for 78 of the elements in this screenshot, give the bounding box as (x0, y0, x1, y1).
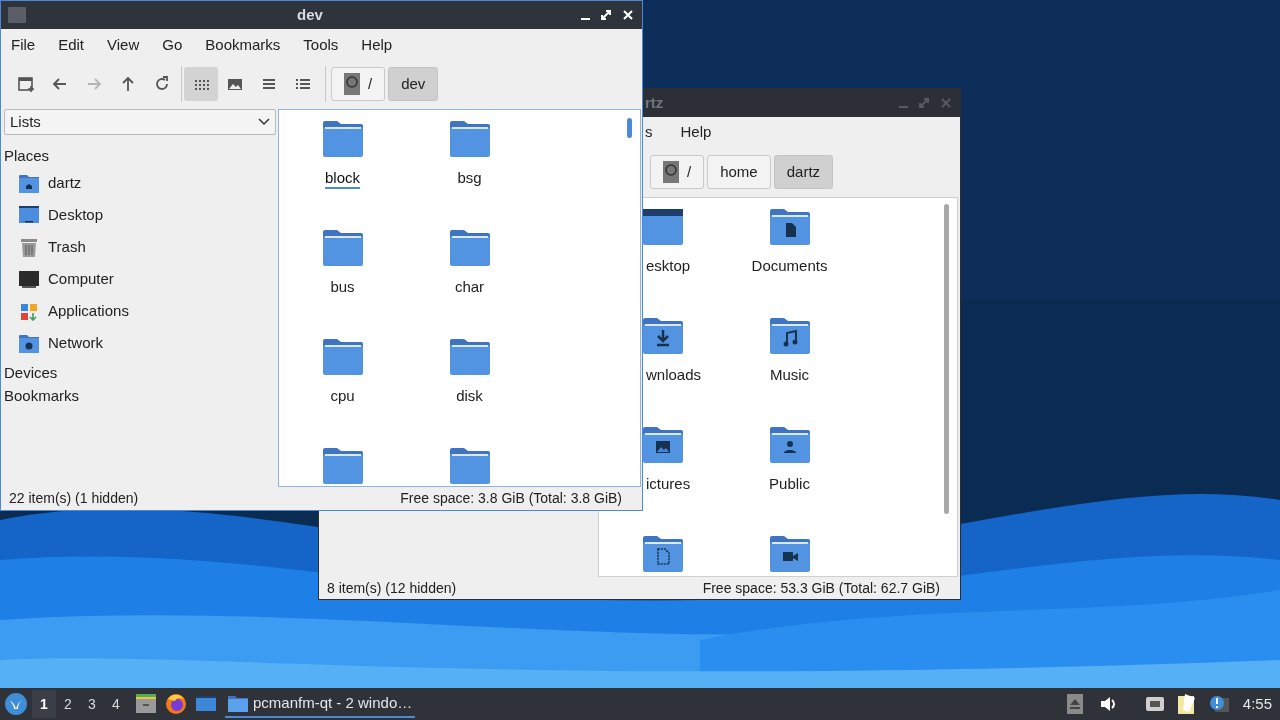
file-name[interactable]: disk (456, 387, 483, 407)
clock[interactable]: 4:55 (1242, 692, 1272, 716)
menu-item[interactable]: Edit (58, 33, 85, 57)
file-name[interactable]: ictures (646, 475, 691, 493)
home-folder-icon (19, 173, 39, 193)
tray-button[interactable] (1176, 693, 1197, 715)
status-text: 22 item(s) (1 hidden) (9, 489, 139, 508)
scrollbar[interactable] (627, 118, 632, 138)
menu-item[interactable]: Go (162, 33, 183, 57)
path-button[interactable]: / (650, 155, 705, 189)
place-item[interactable]: dartz (4, 167, 276, 199)
minimize-icon (581, 18, 590, 20)
place-item[interactable]: Applications (4, 295, 276, 327)
maximize-icon (600, 9, 612, 21)
window-title: dev (297, 4, 323, 25)
file-name[interactable]: bsg (457, 169, 482, 189)
menu-item[interactable]: Tools (303, 33, 339, 57)
file-name[interactable]: bus (330, 278, 355, 298)
network-folder-icon (19, 333, 39, 353)
taskbar-task[interactable]: pcmanfm-qt - 2 windo… (225, 690, 415, 718)
file-cabinet-icon (135, 693, 157, 715)
computer-icon (19, 269, 39, 289)
new-tab-icon (17, 75, 35, 93)
file-name[interactable]: Documents (751, 257, 828, 277)
place-item[interactable]: Trash (4, 231, 276, 263)
workspace-button[interactable]: 3 (80, 690, 104, 718)
place-item[interactable]: Desktop (4, 199, 276, 231)
drive-icon (663, 161, 679, 183)
browser-launcher[interactable] (165, 693, 187, 715)
scrollbar[interactable] (944, 204, 949, 514)
path-button[interactable]: home (707, 155, 771, 189)
workspace-button[interactable]: 4 (104, 690, 128, 718)
menu-item[interactable]: s (643, 120, 655, 144)
menu-item[interactable]: View (107, 33, 140, 57)
reload-icon (153, 75, 171, 93)
section-header[interactable]: Bookmarks (4, 387, 276, 405)
file-name[interactable]: Public (769, 475, 810, 495)
start-menu-icon (5, 693, 27, 715)
drive-icon (344, 73, 360, 95)
desktop-icon (19, 205, 39, 225)
file-name[interactable]: Music (769, 366, 810, 386)
notes-icon (1176, 694, 1197, 714)
menu-item[interactable]: File (11, 33, 36, 57)
place-item[interactable]: Computer (4, 263, 276, 295)
section-header[interactable]: Devices (4, 364, 276, 382)
file-name[interactable]: wnloads (646, 366, 702, 384)
browser-icon (165, 693, 187, 715)
file-cabinet-launcher[interactable] (135, 693, 157, 715)
place-item[interactable]: Network (4, 327, 276, 359)
chevron-down-icon (258, 118, 270, 126)
section-header[interactable]: Places (4, 147, 276, 165)
status-text: 8 item(s) (12 hidden) (327, 578, 457, 598)
tray-button[interactable] (1208, 693, 1229, 715)
workspace-button[interactable]: 1 (32, 690, 56, 718)
list-dropdown[interactable]: Lists (4, 109, 276, 135)
file-name[interactable]: cpu (330, 387, 355, 407)
free-space-text: Free space: 53.3 GiB (Total: 62.7 GiB) (702, 578, 941, 598)
path-button[interactable]: dartz (773, 155, 834, 189)
path-button[interactable]: dev (388, 67, 439, 101)
minimize-icon (899, 106, 908, 108)
close-icon (622, 9, 634, 21)
workspace-button[interactable]: 2 (56, 690, 80, 718)
file-name[interactable]: block (325, 169, 360, 189)
close-icon (940, 97, 952, 109)
file-name[interactable]: char (454, 278, 485, 298)
menu-item[interactable]: Bookmarks (205, 33, 281, 57)
menu-item[interactable]: Help (678, 120, 714, 144)
menu-item[interactable]: Help (361, 33, 393, 57)
file-name[interactable]: esktop (646, 257, 691, 275)
applications-icon (19, 301, 39, 321)
window-title: rtz (644, 92, 664, 113)
path-button[interactable]: / (331, 67, 386, 101)
network-icon (1144, 694, 1165, 714)
maximize-icon (918, 97, 930, 109)
free-space-text: Free space: 3.8 GiB (Total: 3.8 GiB) (400, 489, 623, 508)
view-mode-button[interactable] (184, 67, 218, 101)
notification-icon (1208, 694, 1229, 714)
trash-icon (19, 237, 39, 257)
